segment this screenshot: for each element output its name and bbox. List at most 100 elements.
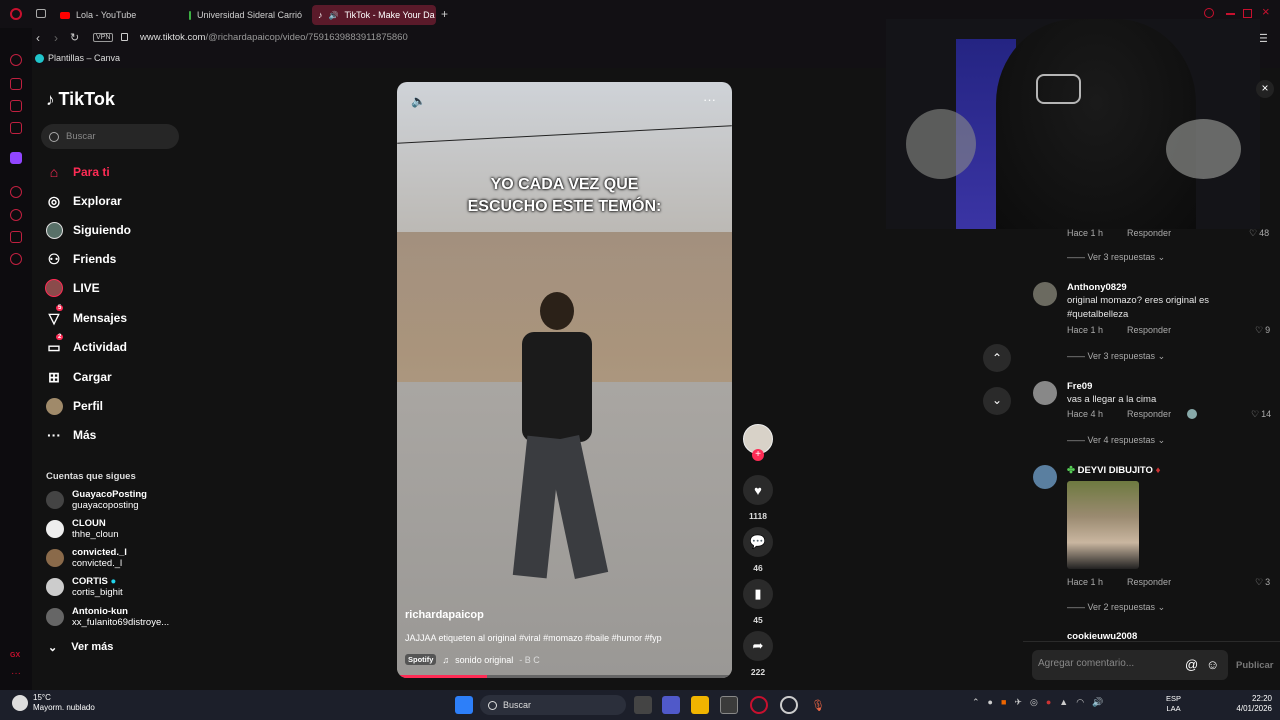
video-player[interactable]: 🔈 ··· YO CADA VEZ QUE ESCUCHO ESTE TEMÓN…	[397, 82, 732, 678]
bag-icon[interactable]	[10, 78, 22, 90]
following-item[interactable]: CORTIS ● cortis_bighit	[46, 576, 123, 598]
comment-like[interactable]: ♡ 48	[1249, 228, 1269, 239]
nav-siguiendo[interactable]: Siguiendo	[45, 221, 131, 239]
nav-label: Perfil	[73, 399, 104, 413]
restore-button[interactable]	[1243, 9, 1252, 18]
view-replies-button[interactable]: —— Ver 3 respuestas ⌄	[1067, 252, 1165, 263]
view-replies-button[interactable]: —— Ver 4 respuestas ⌄	[1067, 435, 1165, 446]
tab-youtube[interactable]: Lola - YouTube	[54, 5, 179, 25]
vpn-badge[interactable]: VPN	[93, 33, 114, 42]
taskbar-search[interactable]: Buscar	[480, 695, 626, 715]
teams-icon[interactable]	[662, 696, 680, 714]
reply-button[interactable]: Responder	[1127, 228, 1171, 238]
save-button[interactable]: ▮	[743, 579, 773, 609]
comment-sticker-image[interactable]	[1067, 481, 1139, 569]
store-icon[interactable]	[720, 696, 738, 714]
avatar[interactable]	[1033, 381, 1057, 405]
search-tabs-icon[interactable]	[1204, 8, 1214, 18]
nav-actividad[interactable]: ▭ 2 Actividad	[45, 334, 127, 356]
close-overlay-button[interactable]: ×	[1256, 80, 1274, 98]
tab-tiktok[interactable]: ♪ 🔊 TikTok - Make Your Da	[312, 5, 436, 25]
settings-icon[interactable]	[10, 253, 22, 265]
more-sidebar-icon[interactable]: ···	[11, 668, 21, 679]
aria-icon[interactable]	[10, 54, 22, 66]
microphone-icon[interactable]: 🎙	[809, 696, 827, 714]
language-indicator[interactable]: ESP LAA	[1166, 694, 1181, 714]
pinboard-icon[interactable]	[10, 231, 22, 243]
emoji-picker-icon[interactable]: ☺	[1206, 657, 1219, 672]
tiktok-logo[interactable]: ♪ TikTok	[46, 89, 115, 110]
workspaces-icon[interactable]	[36, 9, 46, 18]
speaker-icon[interactable]: 🔊	[329, 11, 339, 20]
comment-author[interactable]: Anthony0829	[1067, 282, 1127, 293]
publish-button[interactable]: Publicar	[1236, 660, 1274, 671]
reload-icon[interactable]: ↻	[70, 31, 79, 44]
like-button[interactable]: ♥	[743, 475, 773, 505]
search-box[interactable]: Buscar	[41, 124, 179, 149]
video-author[interactable]: richardapaicop	[405, 609, 484, 621]
view-replies-button[interactable]: —— Ver 2 respuestas ⌄	[1067, 602, 1165, 613]
minimize-button[interactable]	[1226, 13, 1235, 15]
mention-icon[interactable]: @	[1185, 657, 1198, 672]
reply-button[interactable]: Responder	[1127, 409, 1171, 419]
nav-explorar[interactable]: ◎ Explorar	[45, 192, 122, 210]
bookmark-canva[interactable]: Plantillas – Canva	[35, 53, 120, 63]
comment-author[interactable]: ✤ DEYVI DIBUJITO ♦	[1067, 465, 1160, 476]
next-video-button[interactable]: ⌄	[983, 387, 1011, 415]
nav-perfil[interactable]: Perfil	[45, 397, 103, 415]
messenger-icon[interactable]	[10, 100, 22, 112]
history-icon[interactable]	[10, 209, 22, 221]
avatar[interactable]	[1033, 282, 1057, 306]
previous-video-button[interactable]: ⌃	[983, 344, 1011, 372]
gx-icon[interactable]: GX	[10, 652, 20, 659]
tab-universidad[interactable]: Universidad Sideral Carrió	[183, 5, 308, 25]
share-button[interactable]: ➦	[743, 631, 773, 661]
comment-hashtag[interactable]: #quetalbelleza	[1067, 308, 1209, 322]
file-explorer-icon[interactable]	[691, 696, 709, 714]
nav-para-ti[interactable]: ⌂ Para ti	[45, 163, 110, 181]
comment-author[interactable]: Fre09	[1067, 381, 1092, 392]
new-tab-button[interactable]: +	[441, 7, 448, 21]
nav-live[interactable]: LIVE	[45, 279, 100, 297]
url-field[interactable]: www.tiktok.com/@richardapaicop/video/759…	[140, 32, 408, 43]
clock[interactable]: 22:20 4/01/2026	[1232, 694, 1272, 714]
music-row[interactable]: Spotify ♫ sonido original - B C	[405, 654, 540, 665]
back-icon[interactable]: ‹	[36, 31, 40, 45]
weather-widget[interactable]: 15°C Mayorm. nublado	[12, 693, 95, 713]
more-options-icon[interactable]: ···	[703, 92, 716, 107]
opera-logo-icon[interactable]	[10, 8, 22, 20]
see-more-button[interactable]: ⌄ Ver más	[48, 641, 113, 654]
comment-author[interactable]: cookieuwu2008	[1067, 631, 1137, 639]
nav-cargar[interactable]: ⊞ Cargar	[45, 368, 112, 386]
mute-icon[interactable]: 🔈	[411, 94, 426, 108]
comment-like[interactable]: ♡ 14	[1251, 409, 1271, 420]
tray-icons[interactable]: ⌃ ● ■ ✈ ◎ ● ▲ ◠ 🔊	[972, 697, 1103, 708]
nav-friends[interactable]: ⚇ Friends	[45, 250, 117, 268]
instagram-icon[interactable]	[10, 122, 22, 134]
nav-mensajes[interactable]: ▽ 5 Mensajes	[45, 305, 127, 327]
comment-like[interactable]: ♡ 9	[1255, 325, 1270, 336]
comment-button[interactable]: 💬	[743, 527, 773, 557]
reply-button[interactable]: Responder	[1127, 577, 1171, 587]
progress-track[interactable]	[397, 675, 732, 678]
twitch-icon[interactable]	[10, 152, 22, 164]
windows-start-icon[interactable]	[455, 696, 473, 714]
following-item[interactable]: convicted._l convicted._l	[46, 547, 127, 569]
close-window-button[interactable]: ×	[1262, 4, 1270, 19]
view-replies-button[interactable]: —— Ver 3 respuestas ⌄	[1067, 351, 1165, 362]
follow-plus-icon[interactable]: +	[752, 449, 764, 461]
reply-button[interactable]: Responder	[1127, 325, 1171, 335]
comment-like[interactable]: ♡ 3	[1255, 577, 1270, 588]
forward-icon[interactable]: ›	[54, 31, 58, 45]
comment-input[interactable]: Agregar comentario...	[1032, 650, 1228, 680]
following-item[interactable]: CLOUN thhe_cloun	[46, 518, 118, 540]
nav-mas[interactable]: ··· Más	[45, 426, 96, 444]
following-item[interactable]: Antonio-kun xx_fulanito69distroye...	[46, 606, 169, 628]
task-view-icon[interactable]	[634, 696, 652, 714]
discord-icon[interactable]	[780, 696, 798, 714]
search-input[interactable]: Buscar	[66, 131, 96, 142]
player-icon[interactable]	[10, 186, 22, 198]
avatar[interactable]	[1033, 465, 1057, 489]
following-item[interactable]: GuayacoPosting guayacoposting	[46, 489, 147, 511]
opera-gx-taskbar-icon[interactable]	[750, 696, 768, 714]
